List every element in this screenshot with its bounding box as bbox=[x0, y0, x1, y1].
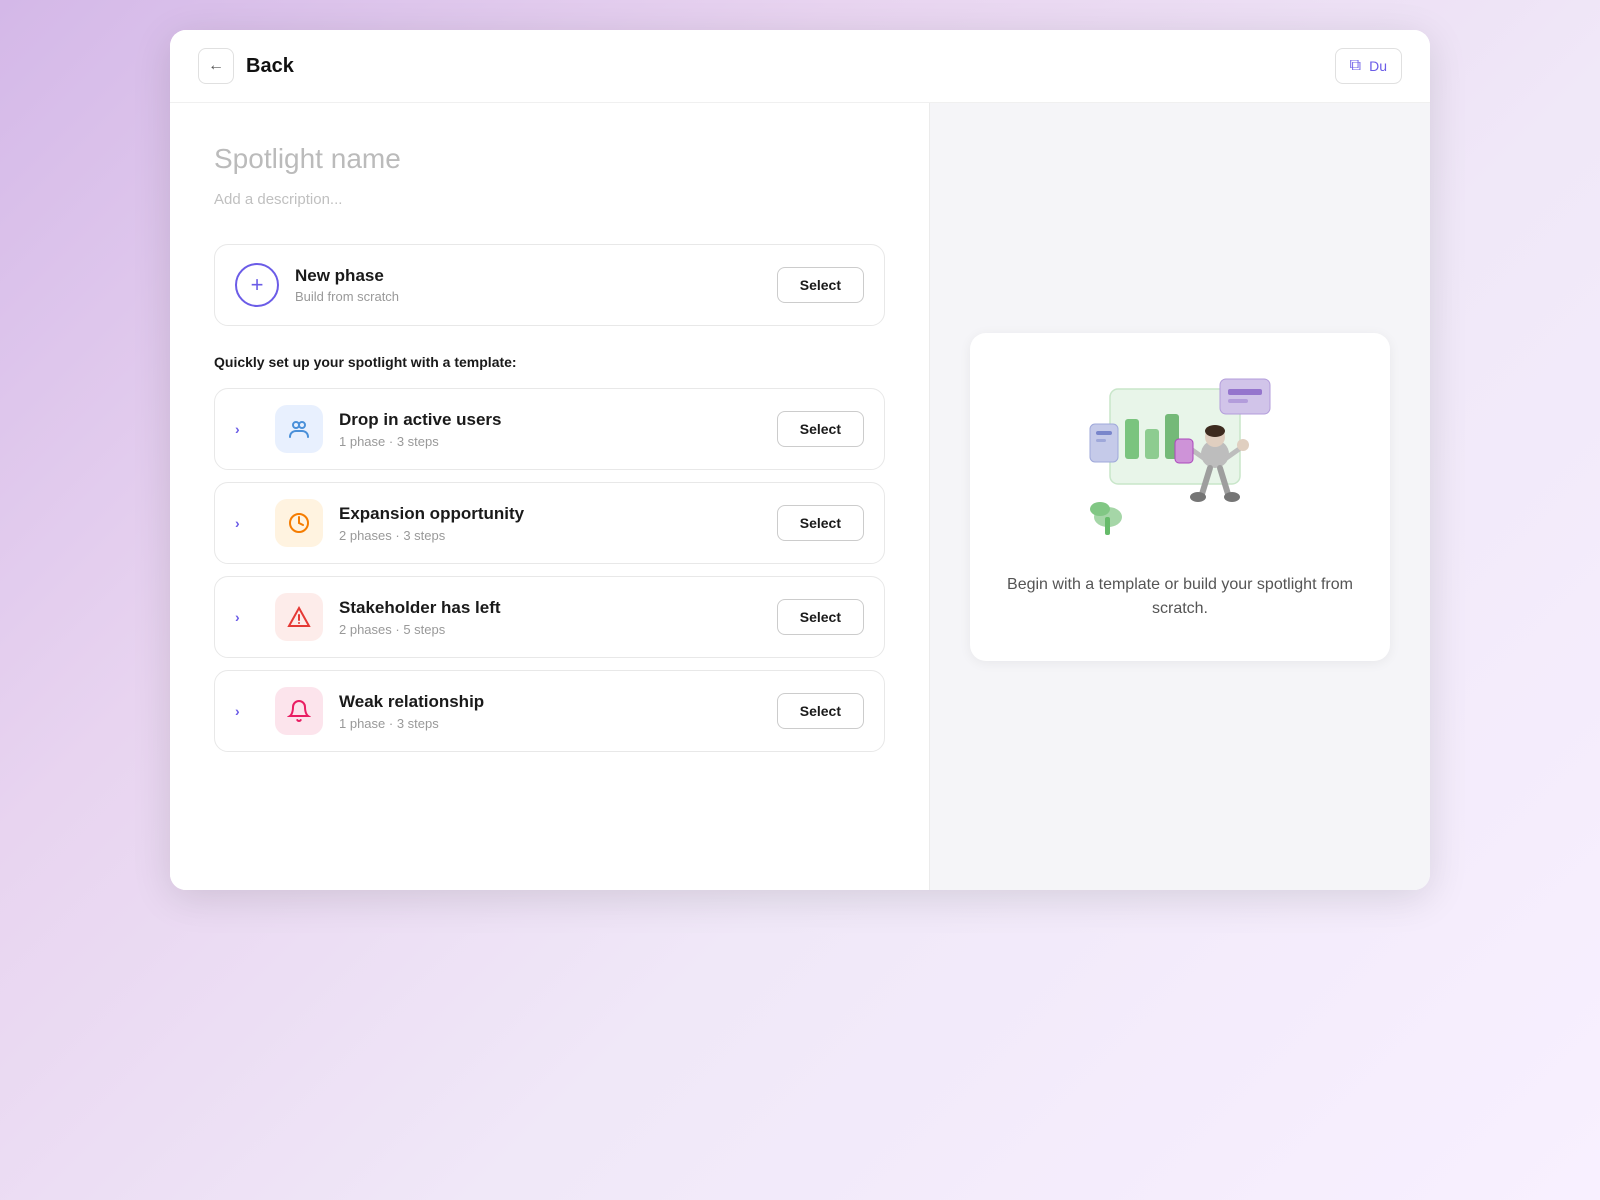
template-meta-drop-in-active-users: 1 phase · 3 steps bbox=[339, 434, 777, 449]
right-panel: Begin with a template or build your spot… bbox=[930, 103, 1430, 890]
template-title-expansion-opportunity: Expansion opportunity bbox=[339, 504, 777, 524]
duplicate-label: Du bbox=[1369, 58, 1387, 74]
new-phase-subtitle: Build from scratch bbox=[295, 289, 761, 304]
new-phase-title: New phase bbox=[295, 266, 761, 286]
template-title-weak-relationship: Weak relationship bbox=[339, 692, 777, 712]
left-panel: Spotlight name Add a description... + Ne… bbox=[170, 103, 930, 890]
new-phase-icon: + bbox=[235, 263, 279, 307]
template-list: › Drop in active users 1 phase · 3 steps… bbox=[214, 388, 885, 752]
template-card-drop-in-active-users: › Drop in active users 1 phase · 3 steps… bbox=[214, 388, 885, 470]
chevron-icon-drop-in-active-users[interactable]: › bbox=[235, 421, 259, 437]
template-icon-weak-relationship bbox=[275, 687, 323, 735]
template-heading: Quickly set up your spotlight with a tem… bbox=[214, 354, 885, 370]
back-arrow-icon: ← bbox=[208, 57, 224, 75]
select-button-weak-relationship[interactable]: Select bbox=[777, 693, 864, 729]
new-phase-select-button[interactable]: Select bbox=[777, 267, 864, 303]
back-button[interactable]: ← bbox=[198, 48, 234, 84]
template-info-weak-relationship: Weak relationship 1 phase · 3 steps bbox=[339, 692, 777, 731]
template-meta-weak-relationship: 1 phase · 3 steps bbox=[339, 716, 777, 731]
template-card-expansion-opportunity: › Expansion opportunity 2 phases · 3 ste… bbox=[214, 482, 885, 564]
main-content: Spotlight name Add a description... + Ne… bbox=[170, 103, 1430, 890]
back-label: Back bbox=[246, 55, 294, 78]
plus-icon: + bbox=[251, 272, 264, 298]
duplicate-icon: ⧉ bbox=[1350, 57, 1361, 75]
duplicate-button[interactable]: ⧉ Du bbox=[1335, 48, 1402, 84]
template-icon-expansion-opportunity bbox=[275, 499, 323, 547]
template-card-stakeholder-has-left: › Stakeholder has left 2 phases · 5 step… bbox=[214, 576, 885, 658]
template-info-drop-in-active-users: Drop in active users 1 phase · 3 steps bbox=[339, 410, 777, 449]
chevron-icon-expansion-opportunity[interactable]: › bbox=[235, 515, 259, 531]
illustration bbox=[1080, 369, 1280, 549]
template-info-expansion-opportunity: Expansion opportunity 2 phases · 3 steps bbox=[339, 504, 777, 543]
template-icon-stakeholder-has-left bbox=[275, 593, 323, 641]
description-input[interactable]: Add a description... bbox=[214, 191, 885, 208]
new-phase-text: New phase Build from scratch bbox=[295, 266, 761, 304]
new-phase-card: + New phase Build from scratch Select bbox=[214, 244, 885, 326]
template-info-stakeholder-has-left: Stakeholder has left 2 phases · 5 steps bbox=[339, 598, 777, 637]
header: ← Back ⧉ Du bbox=[170, 30, 1430, 103]
template-meta-stakeholder-has-left: 2 phases · 5 steps bbox=[339, 622, 777, 637]
preview-card: Begin with a template or build your spot… bbox=[970, 333, 1390, 661]
chevron-icon-stakeholder-has-left[interactable]: › bbox=[235, 609, 259, 625]
spotlight-name-input[interactable]: Spotlight name bbox=[214, 143, 885, 175]
preview-text: Begin with a template or build your spot… bbox=[1000, 573, 1360, 621]
template-icon-drop-in-active-users bbox=[275, 405, 323, 453]
template-meta-expansion-opportunity: 2 phases · 3 steps bbox=[339, 528, 777, 543]
app-window: ← Back ⧉ Du Spotlight name Add a descrip… bbox=[170, 30, 1430, 890]
select-button-expansion-opportunity[interactable]: Select bbox=[777, 505, 864, 541]
template-card-weak-relationship: › Weak relationship 1 phase · 3 steps Se… bbox=[214, 670, 885, 752]
template-title-drop-in-active-users: Drop in active users bbox=[339, 410, 777, 430]
header-left: ← Back bbox=[198, 48, 294, 84]
select-button-drop-in-active-users[interactable]: Select bbox=[777, 411, 864, 447]
template-title-stakeholder-has-left: Stakeholder has left bbox=[339, 598, 777, 618]
chevron-icon-weak-relationship[interactable]: › bbox=[235, 703, 259, 719]
select-button-stakeholder-has-left[interactable]: Select bbox=[777, 599, 864, 635]
